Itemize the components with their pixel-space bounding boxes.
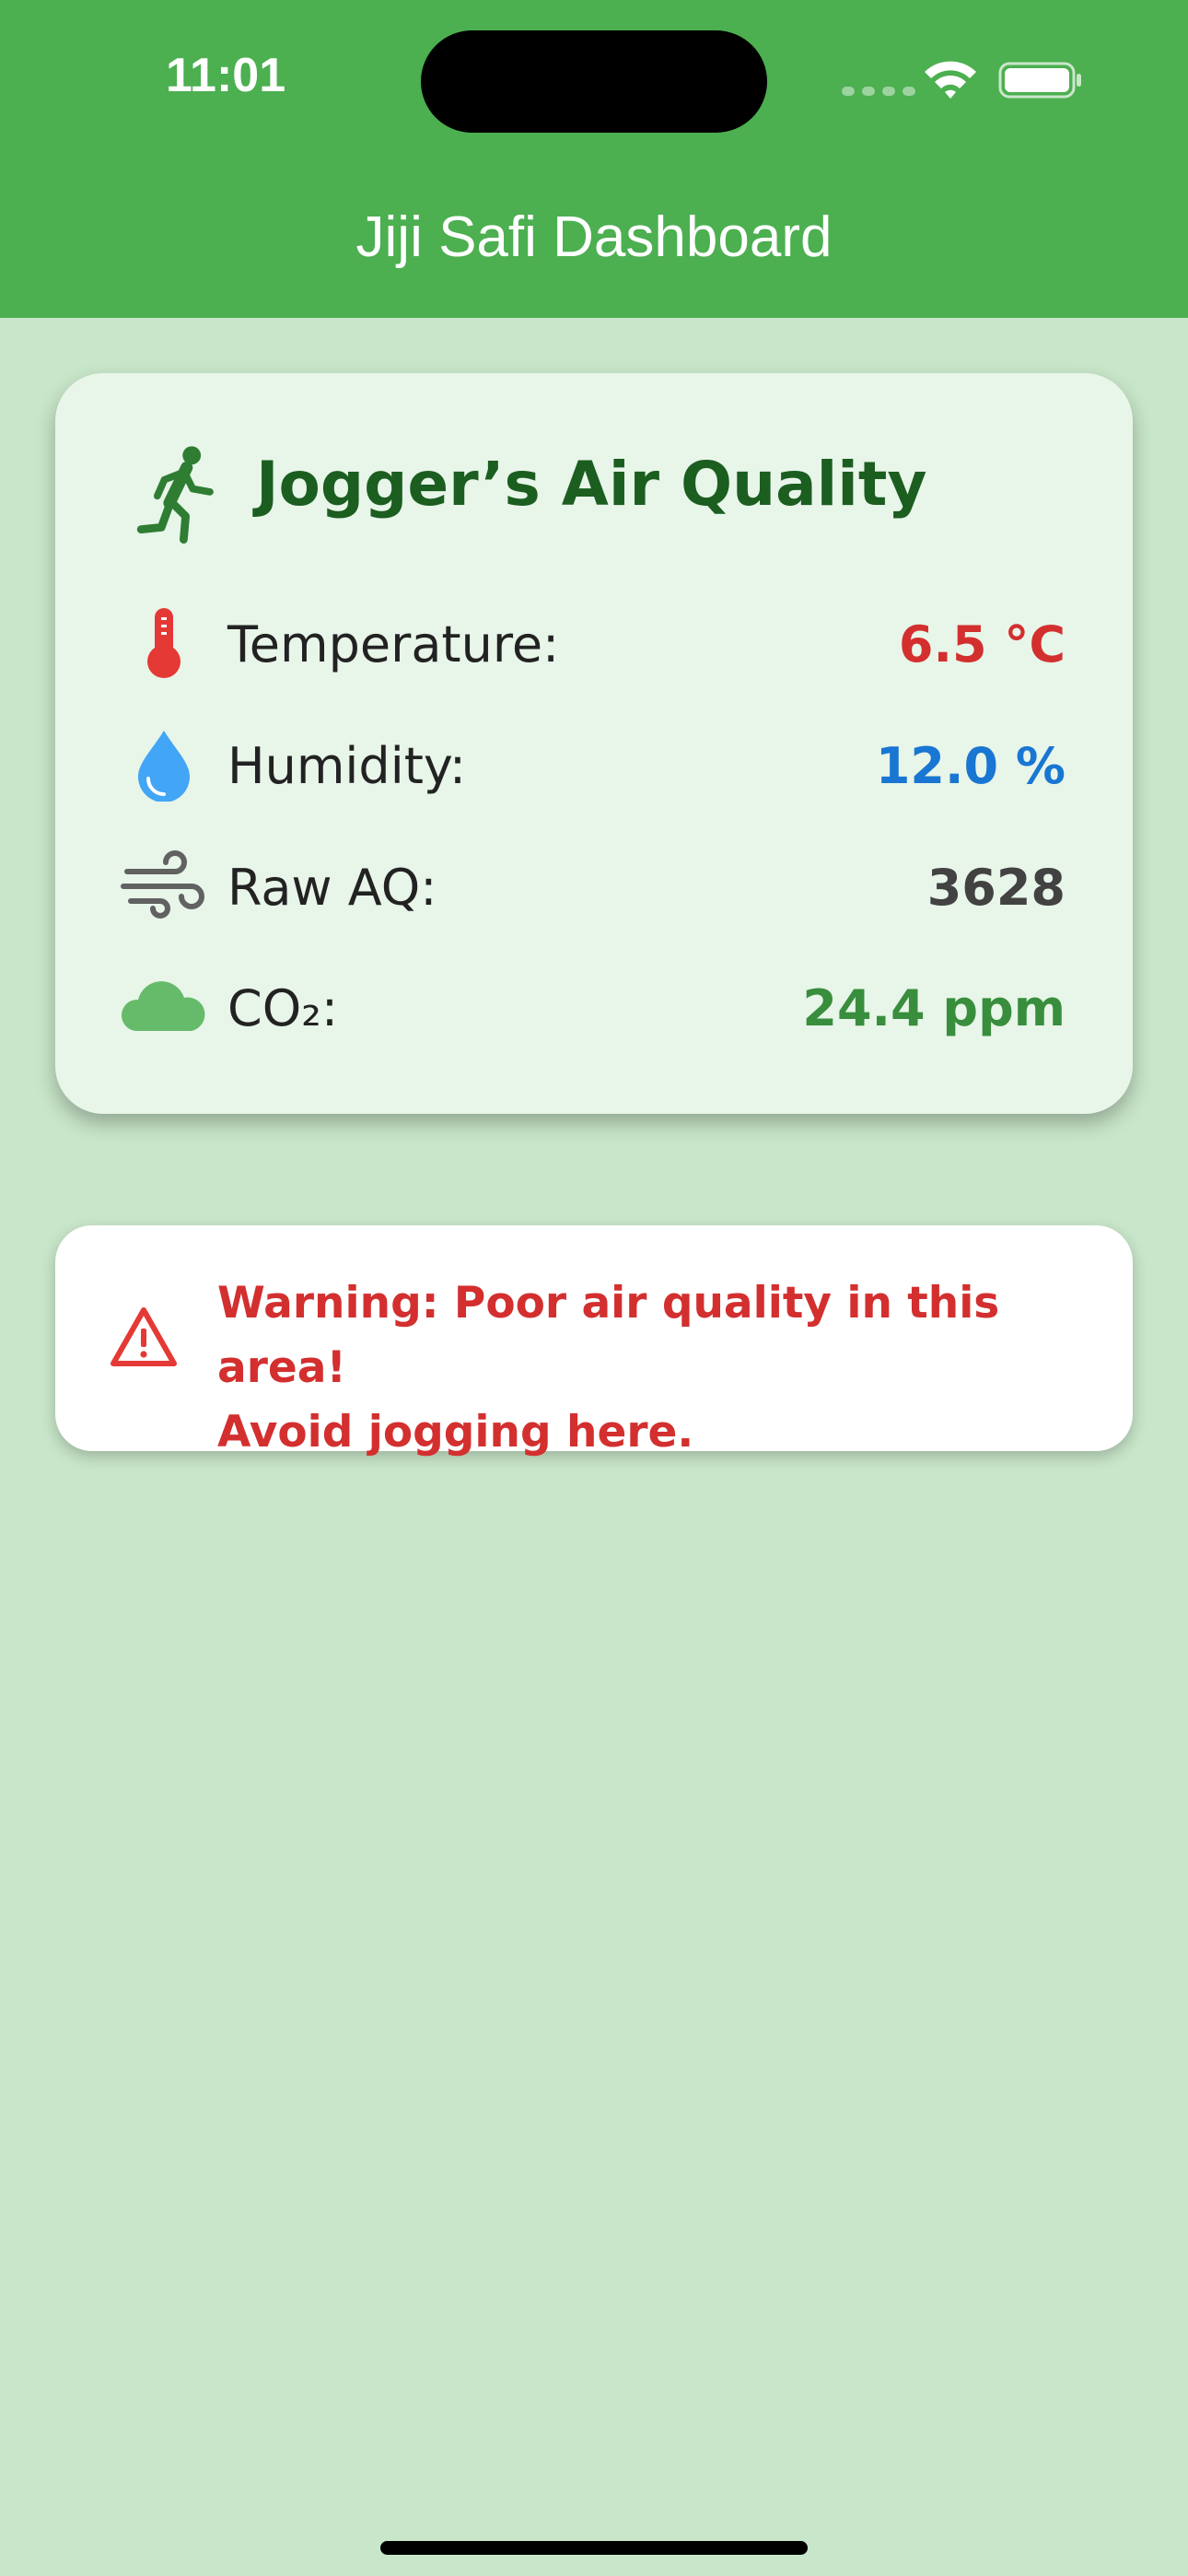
temperature-label: Temperature: [227,615,560,673]
page-title: Jiji Safi Dashboard [355,205,833,269]
cloud-icon [121,981,205,1031]
app-bar: 11:01 Jiji Safi Dashboard [0,0,1188,318]
card-title: Jogger’s Air Quality [256,449,927,520]
wind-icon [121,850,204,919]
co2-value: 24.4 ppm [802,979,1066,1037]
warning-triangle-icon [111,1307,177,1366]
metric-row-temperature: Temperature: 6.5 °C [55,597,1133,689]
temperature-value: 6.5 °C [898,615,1066,673]
humidity-value: 12.0 % [875,737,1066,795]
warning-message: Warning: Poor air quality in this area! … [217,1271,1101,1465]
raw-aq-value: 3628 [926,859,1066,917]
thermometer-icon [147,608,181,678]
metric-row-raw-aq: Raw AQ: 3628 [55,840,1133,932]
humidity-label: Humidity: [227,737,467,795]
air-quality-card: Jogger’s Air Quality Temperature: 6.5 °C… [55,373,1133,1114]
wifi-icon [925,61,976,99]
warning-banner: Warning: Poor air quality in this area! … [55,1225,1133,1458]
home-indicator[interactable] [380,2541,808,2555]
raw-aq-label: Raw AQ: [227,859,437,917]
dynamic-island [421,30,767,133]
metric-row-humidity: Humidity: 12.0 % [55,719,1133,811]
battery-icon [998,62,1081,99]
cellular-signal-icon [842,87,915,96]
warning-line-1: Warning: Poor air quality in this area! [217,1278,1000,1393]
status-time: 11:01 [166,49,286,102]
co2-label: CO₂: [227,979,339,1037]
running-person-icon [136,446,214,544]
warning-line-2: Avoid jogging here. [217,1407,694,1458]
metric-row-co2: CO₂: 24.4 ppm [55,961,1133,1053]
water-drop-icon [138,731,190,802]
